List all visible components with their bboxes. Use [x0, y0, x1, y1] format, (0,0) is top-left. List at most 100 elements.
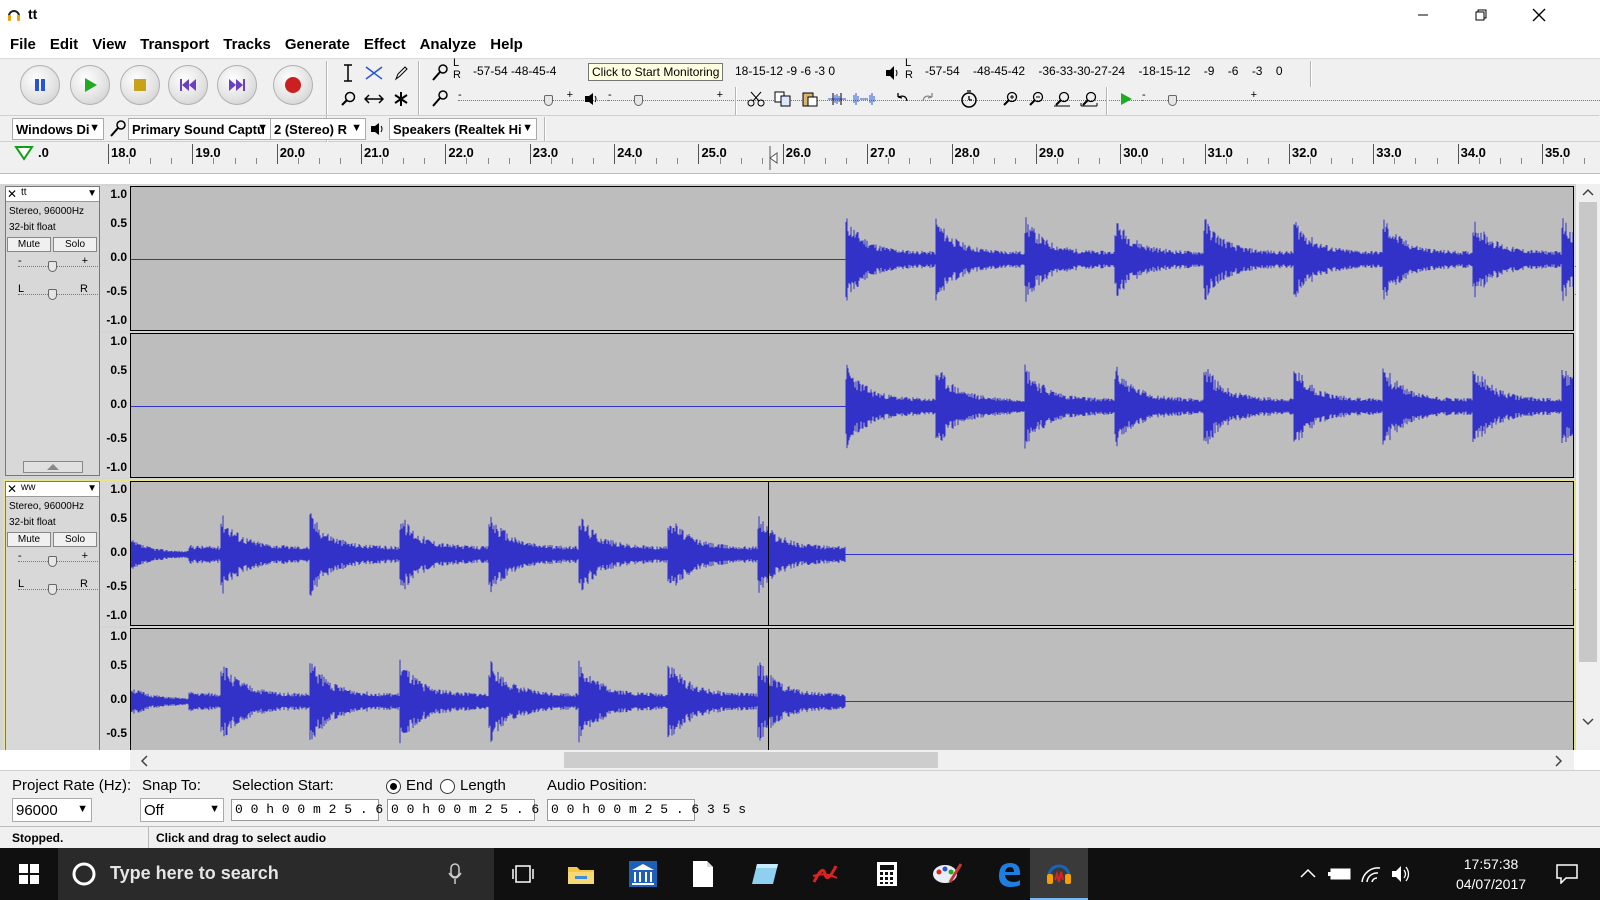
fit-selection-button[interactable] [1050, 87, 1074, 111]
stop-button[interactable] [120, 65, 160, 105]
slider-thumb[interactable] [544, 95, 553, 106]
track-name[interactable]: ww [21, 482, 35, 493]
bank-app[interactable] [614, 848, 672, 900]
menu-file[interactable]: File [4, 36, 42, 53]
fit-project-button[interactable] [1077, 87, 1101, 111]
paste-button[interactable] [798, 87, 822, 111]
play-button[interactable] [70, 65, 110, 105]
recording-device-dropdown[interactable]: Primary Sound Captu ▼ [128, 118, 272, 140]
chevron-up-icon[interactable] [1300, 868, 1316, 878]
close-window-button[interactable] [1510, 0, 1568, 30]
waveform-channel-left[interactable] [130, 186, 1574, 331]
task-view-button[interactable] [494, 848, 552, 900]
track-close-icon[interactable]: ✕ [7, 187, 17, 201]
silence-audio-button[interactable] [852, 87, 876, 111]
calculator-app[interactable] [858, 848, 916, 900]
horizontal-scrollbar[interactable] [130, 750, 1574, 770]
record-button[interactable] [273, 65, 313, 105]
microphone-icon[interactable] [448, 863, 462, 885]
action-center-icon[interactable] [1556, 864, 1578, 884]
record-meter-scale-tail[interactable]: 18-15-12 -9 -6 -3 0 [735, 64, 835, 78]
solo-button[interactable]: Solo [53, 532, 97, 547]
menu-help[interactable]: Help [484, 36, 529, 53]
waveform-channel-left[interactable] [130, 481, 1574, 626]
zoom-tool[interactable] [336, 87, 360, 111]
pan-slider[interactable]: L R [18, 283, 1592, 301]
draw-tool[interactable] [389, 61, 413, 85]
length-radio[interactable] [440, 779, 455, 794]
record-meter-scale[interactable]: -57-54 -48-45-4 [473, 64, 556, 78]
track-control-panel[interactable]: ✕ tt ▼ Stereo, 96000Hz 32-bit float Mute… [5, 186, 1592, 476]
cut-button[interactable] [744, 87, 768, 111]
menu-view[interactable]: View [86, 36, 132, 53]
slider-thumb[interactable] [48, 261, 57, 272]
horizontal-scroll-thumb[interactable] [564, 752, 938, 768]
redo-button[interactable] [916, 87, 940, 111]
pause-button[interactable] [20, 65, 60, 105]
scroll-right-icon[interactable] [1555, 755, 1563, 767]
menu-tracks[interactable]: Tracks [217, 36, 277, 53]
menu-transport[interactable]: Transport [134, 36, 215, 53]
snap-to-dropdown[interactable]: Off ▼ [140, 798, 224, 822]
track-close-icon[interactable]: ✕ [7, 482, 17, 496]
mute-button[interactable]: Mute [7, 532, 51, 547]
menu-effect[interactable]: Effect [358, 36, 412, 53]
audio-track-ww[interactable]: ✕ ww ▼ Stereo, 96000Hz 32-bit float Mute… [0, 481, 1592, 750]
zoom-out-button[interactable] [1024, 87, 1048, 111]
audio-host-dropdown[interactable]: Windows Di ▼ [12, 118, 104, 140]
taskbar-search-box[interactable]: Type here to search [58, 848, 494, 900]
slider-thumb[interactable] [634, 95, 643, 106]
skip-to-start-button[interactable] [168, 65, 208, 105]
mute-button[interactable]: Mute [7, 237, 51, 252]
sync-lock-button[interactable] [957, 87, 981, 111]
selection-end-field[interactable]: 0 0 h 0 0 m 2 5 . 6 3 5 s [387, 799, 586, 821]
undo-button[interactable] [890, 87, 914, 111]
vertical-scroll-thumb[interactable] [1579, 202, 1597, 662]
pdf-reader-app[interactable] [796, 848, 854, 900]
record-volume-slider[interactable]: - + [458, 89, 1600, 107]
multi-tool[interactable] [389, 87, 413, 111]
audacity-taskbar-app[interactable] [1030, 848, 1088, 900]
selection-start-field[interactable]: 0 0 h 0 0 m 2 5 . 6 3 5 s [231, 799, 430, 821]
waveform-channel-right[interactable] [130, 333, 1574, 478]
playback-device-dropdown[interactable]: Speakers (Realtek Hi ▼ [389, 118, 537, 140]
project-rate-dropdown[interactable]: 96000 ▼ [12, 798, 92, 822]
taskbar-clock[interactable]: 17:57:38 04/07/2017 [1446, 854, 1536, 894]
pan-slider[interactable]: L R [18, 578, 1592, 596]
scroll-left-icon[interactable] [140, 755, 148, 767]
paint-app[interactable] [918, 848, 976, 900]
battery-icon[interactable] [1328, 867, 1352, 881]
audio-position-field[interactable]: 0 0 h 0 0 m 2 5 . 6 3 5 s [547, 799, 746, 821]
skip-to-end-button[interactable] [217, 65, 257, 105]
track-menu-arrow-icon[interactable]: ▼ [87, 483, 97, 494]
scroll-down-icon[interactable] [1582, 718, 1594, 726]
copy-button[interactable] [771, 87, 795, 111]
slider-thumb[interactable] [48, 289, 57, 300]
start-button[interactable] [0, 848, 58, 900]
wifi-icon[interactable] [1360, 864, 1382, 884]
minimize-button[interactable] [1394, 0, 1452, 30]
menu-generate[interactable]: Generate [279, 36, 356, 53]
track-name[interactable]: tt [21, 187, 27, 198]
envelope-tool[interactable] [362, 61, 386, 85]
zoom-in-button[interactable] [998, 87, 1022, 111]
slider-thumb[interactable] [48, 556, 57, 567]
play-at-speed-button[interactable] [1114, 87, 1138, 111]
menu-edit[interactable]: Edit [44, 36, 84, 53]
end-radio[interactable] [386, 779, 401, 794]
gain-slider[interactable]: - + [18, 255, 1592, 273]
play-speed-slider[interactable]: - + [1142, 89, 1600, 107]
track-panel[interactable]: ✕ tt ▼ Stereo, 96000Hz 32-bit float Mute… [0, 184, 1600, 750]
track-control-panel[interactable]: ✕ ww ▼ Stereo, 96000Hz 32-bit float Mute… [5, 481, 1592, 750]
play-meter-scale[interactable]: -57-54 -48-45-42 -36-33-30-27-24 -18-15-… [925, 64, 1283, 78]
vertical-scrollbar[interactable] [1576, 184, 1600, 750]
file-explorer-app[interactable] [552, 848, 610, 900]
gain-slider[interactable]: - + [18, 550, 1592, 568]
solo-button[interactable]: Solo [53, 237, 97, 252]
document-app[interactable] [674, 848, 732, 900]
recording-channels-dropdown[interactable]: 2 (Stereo) R ▼ [270, 118, 366, 140]
track-header[interactable]: ✕ ww ▼ [6, 482, 99, 497]
track-menu-arrow-icon[interactable]: ▼ [87, 188, 97, 199]
restore-button[interactable] [1452, 0, 1510, 30]
slider-thumb[interactable] [1168, 95, 1177, 106]
